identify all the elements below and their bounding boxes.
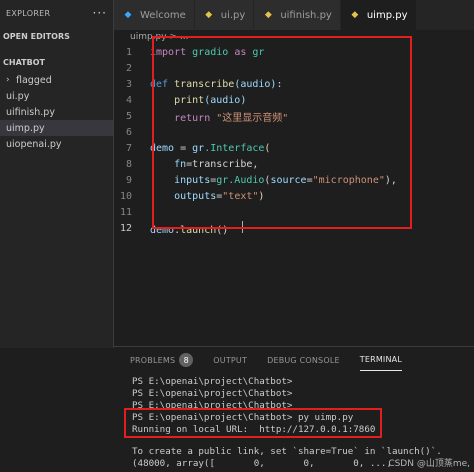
sidebar-item-uiopenai-py[interactable]: uiopenai.py (0, 136, 113, 152)
explorer-sidebar: EXPLORER ··· OPEN EDITORS CHATBOT › flag… (0, 0, 113, 348)
chevron-right-icon: › (6, 75, 10, 85)
code-line-11: 11 (119, 206, 132, 218)
code-line-2: 2 (125, 62, 132, 74)
tab-terminal[interactable]: TERMINAL (359, 350, 403, 371)
watermark: CSDN @山顶蒸me, (388, 459, 470, 469)
tab-problems[interactable]: PROBLEMS 8 (130, 350, 194, 370)
terminal-line: PS E:\openai\project\Chatbot> (132, 376, 293, 387)
sidebar-item-uimp-py[interactable]: uimp.py (0, 120, 113, 136)
python-icon: ◆ (351, 10, 359, 20)
vscode-icon: ◆ (124, 10, 132, 20)
explorer-title: EXPLORER (6, 8, 51, 18)
more-icon[interactable]: ··· (93, 6, 107, 20)
sidebar-item-flagged[interactable]: › flagged (0, 72, 113, 88)
python-icon: ◆ (205, 10, 213, 20)
sidebar-item-ui-py[interactable]: ui.py (0, 88, 113, 104)
terminal-line: PS E:\openai\project\Chatbot> (132, 388, 293, 399)
tab-uimp-py[interactable]: ◆ uimp.py (340, 0, 417, 30)
python-icon: ◆ (264, 10, 272, 20)
code-line-6: 6 (125, 126, 132, 138)
open-editors-section[interactable]: OPEN EDITORS (0, 26, 113, 46)
explorer-header: EXPLORER ··· (0, 0, 113, 26)
tab-debug-console[interactable]: DEBUG CONSOLE (267, 350, 340, 370)
terminal-highlight-box (124, 408, 382, 438)
panel-tabs: PROBLEMS 8 OUTPUT DEBUG CONSOLE TERMINAL (130, 350, 422, 371)
tab-ui-py[interactable]: ◆ ui.py (194, 0, 255, 30)
sidebar-item-uifinish-py[interactable]: uifinish.py (0, 104, 113, 120)
tab-welcome[interactable]: ◆ Welcome (114, 0, 195, 30)
tab-uifinish-py[interactable]: ◆ uifinish.py (254, 0, 341, 30)
panel-divider (114, 346, 474, 347)
tab-output[interactable]: OUTPUT (213, 350, 247, 370)
editor-tabs: ◆ Welcome ◆ ui.py ◆ uifinish.py ◆ uimp.p… (114, 0, 474, 30)
code-highlight-box (152, 36, 412, 229)
chatbot-folder[interactable]: CHATBOT (0, 52, 113, 72)
problems-count-badge: 8 (179, 353, 194, 367)
